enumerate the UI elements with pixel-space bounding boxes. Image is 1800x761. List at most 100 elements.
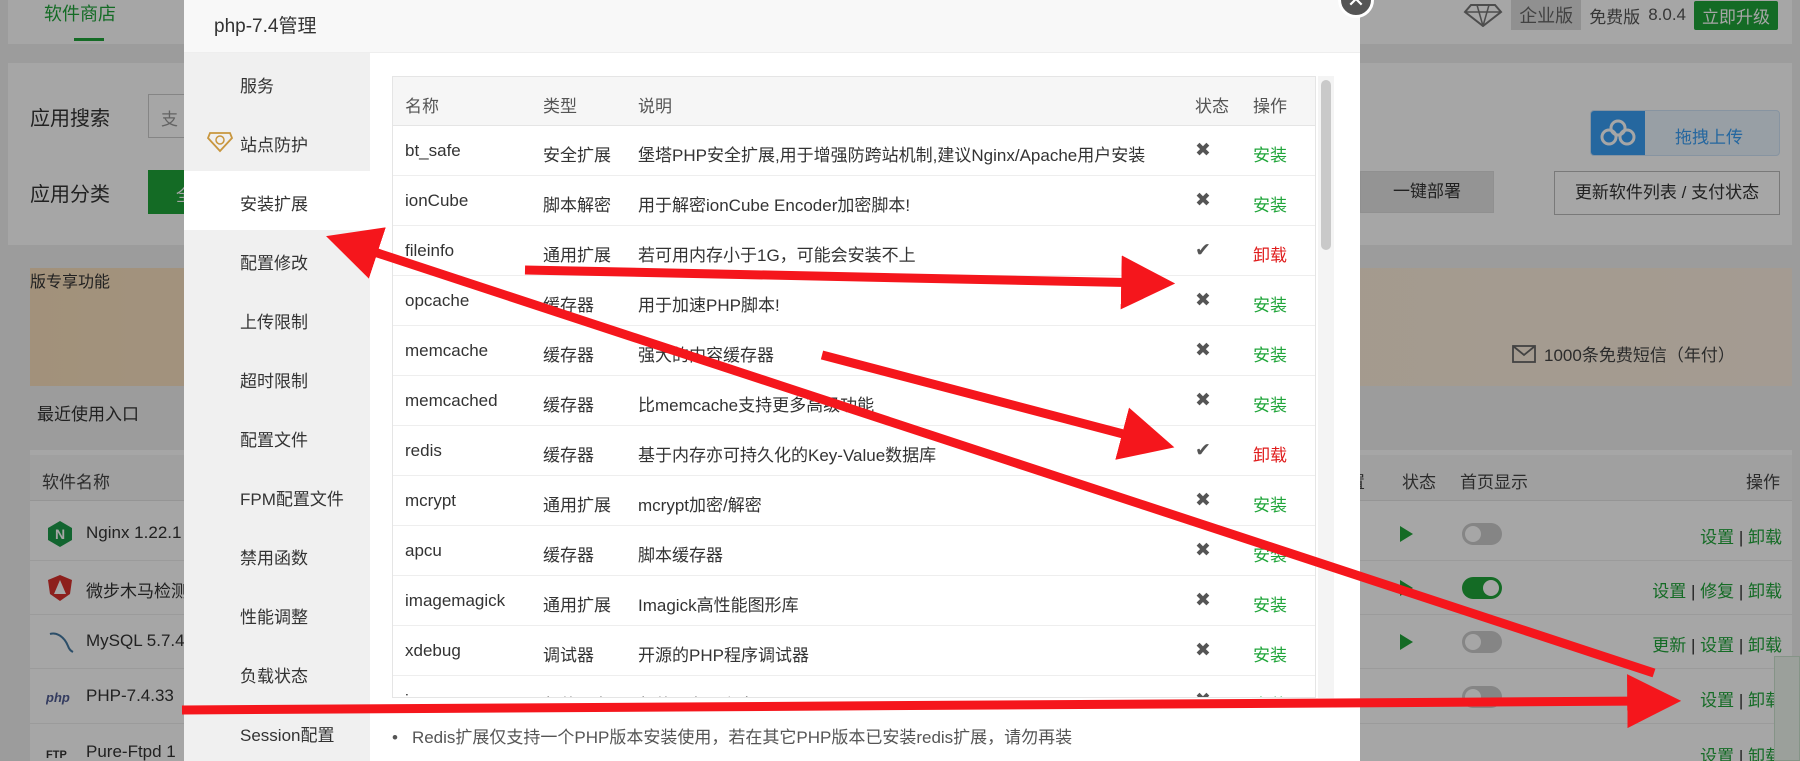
extension-type: 脚本解密 (543, 196, 611, 215)
menu-item-config-file[interactable]: 配置文件 (184, 407, 370, 466)
install-link[interactable]: 安装 (1253, 491, 1287, 516)
not-installed-cross-icon: ✖ (1195, 340, 1211, 361)
scrollbar-thumb[interactable] (1321, 80, 1331, 250)
menu-item-label: 性能调整 (240, 608, 308, 627)
extension-row: opcache 缓存器 用于加速PHP脚本! ✖ 安装 (393, 276, 1315, 326)
menu-item-label: 配置文件 (240, 431, 308, 450)
extension-row: xdebug 调试器 开源的PHP程序调试器 ✖ 安装 (393, 626, 1315, 676)
install-link[interactable]: 安装 (1253, 541, 1287, 566)
shield-icon (206, 132, 234, 153)
extension-row: fileinfo 通用扩展 若可用内存小于1G，可能会安装不上 ✔ 卸载 (393, 226, 1315, 276)
extension-row: mcrypt 通用扩展 mcrypt加密/解密 ✖ 安装 (393, 476, 1315, 526)
install-link[interactable]: 安装 (1253, 591, 1287, 616)
extension-name: xdebug (405, 641, 461, 660)
extension-desc: 用于加速PHP脚本! (638, 296, 780, 315)
menu-item-label: 负载状态 (240, 667, 308, 686)
menu-item-label: 上传限制 (240, 313, 308, 332)
extension-type: 邮件服务 (543, 691, 611, 697)
menu-item-config-edit[interactable]: 配置修改 (184, 230, 370, 289)
installed-check-icon: ✔ (1195, 440, 1211, 461)
menu-item-install-extensions[interactable]: 安装扩展 (184, 171, 370, 230)
install-link[interactable]: 安装 (1253, 341, 1287, 366)
menu-item-upload-limit[interactable]: 上传限制 (184, 289, 370, 348)
extension-name: mcrypt (405, 491, 456, 510)
not-installed-cross-icon: ✖ (1195, 390, 1211, 411)
col-op: 操作 (1253, 97, 1287, 116)
extension-row: imap 邮件服务 邮件服务器必备 ✖ 安装 (393, 676, 1315, 697)
installed-check-icon: ✔ (1195, 240, 1211, 261)
extension-type: 通用扩展 (543, 496, 611, 515)
extension-type: 缓存器 (543, 546, 594, 565)
extension-name: redis (405, 441, 442, 460)
uninstall-link[interactable]: 卸载 (1253, 241, 1287, 266)
menu-item-label: 配置修改 (240, 254, 308, 273)
extension-desc: 堡塔PHP安全扩展,用于增强防跨站机制,建议Nginx/Apache用户安装 (638, 146, 1146, 165)
extension-desc: 基于内存亦可持久化的Key-Value数据库 (638, 446, 937, 465)
dialog-title-bar: php-7.4管理 (184, 0, 1360, 53)
col-state: 状态 (1195, 97, 1229, 116)
menu-item-load-status[interactable]: 负载状态 (184, 643, 370, 702)
extension-name: memcached (405, 391, 498, 410)
extension-type: 缓存器 (543, 396, 594, 415)
install-link[interactable]: 安装 (1253, 691, 1287, 697)
menu-item-label: 安装扩展 (240, 195, 308, 214)
extension-type: 调试器 (543, 646, 594, 665)
extension-type: 缓存器 (543, 346, 594, 365)
menu-item-label: 站点防护 (240, 136, 308, 155)
extension-desc: 强大的内容缓存器 (638, 346, 774, 365)
extension-name: fileinfo (405, 241, 455, 260)
extension-type: 缓存器 (543, 296, 594, 315)
extension-row: memcache 缓存器 强大的内容缓存器 ✖ 安装 (393, 326, 1315, 376)
menu-item-label: Session配置 (240, 726, 335, 745)
extension-name: bt_safe (405, 141, 461, 160)
extension-table-scrollbar[interactable] (1318, 76, 1334, 698)
extension-desc: 若可用内存小于1G，可能会安装不上 (638, 246, 916, 265)
not-installed-cross-icon: ✖ (1195, 490, 1211, 511)
extension-desc: Imagick高性能图形库 (638, 596, 799, 615)
menu-item-session-config[interactable]: Session配置 (184, 702, 370, 761)
extension-type: 通用扩展 (543, 246, 611, 265)
menu-item-service[interactable]: 服务 (184, 53, 370, 112)
install-link[interactable]: 安装 (1253, 191, 1287, 216)
install-link[interactable]: 安装 (1253, 641, 1287, 666)
extension-row: redis 缓存器 基于内存亦可持久化的Key-Value数据库 ✔ 卸载 (393, 426, 1315, 476)
install-link[interactable]: 安装 (1253, 291, 1287, 316)
menu-item-site-protection[interactable]: 站点防护 (184, 112, 370, 171)
not-installed-cross-icon: ✖ (1195, 190, 1211, 211)
extension-name: memcache (405, 341, 489, 360)
menu-item-label: 超时限制 (240, 372, 308, 391)
menu-item-label: FPM配置文件 (240, 490, 344, 509)
extension-name: ionCube (405, 191, 469, 210)
menu-item-disabled-functions[interactable]: 禁用函数 (184, 525, 370, 584)
not-installed-cross-icon: ✖ (1195, 540, 1211, 561)
extension-name: imap (405, 691, 442, 697)
install-link[interactable]: 安装 (1253, 141, 1287, 166)
extension-desc: 比memcache支持更多高级功能 (638, 396, 875, 415)
not-installed-cross-icon: ✖ (1195, 640, 1211, 661)
extension-row: imagemagick 通用扩展 Imagick高性能图形库 ✖ 安装 (393, 576, 1315, 626)
menu-item-performance[interactable]: 性能调整 (184, 584, 370, 643)
uninstall-link[interactable]: 卸载 (1253, 441, 1287, 466)
not-installed-cross-icon: ✖ (1195, 290, 1211, 311)
extension-type: 缓存器 (543, 446, 594, 465)
extension-row: bt_safe 安全扩展 堡塔PHP安全扩展,用于增强防跨站机制,建议Nginx/A… (393, 126, 1315, 176)
extension-row: memcached 缓存器 比memcache支持更多高级功能 ✖ 安装 (393, 376, 1315, 426)
not-installed-cross-icon: ✖ (1195, 689, 1211, 697)
extension-row: ionCube 脚本解密 用于解密ionCube Encoder加密脚本! ✖ 安装 (393, 176, 1315, 226)
menu-item-label: 服务 (240, 77, 274, 96)
install-link[interactable]: 安装 (1253, 391, 1287, 416)
extension-name: opcache (405, 291, 470, 310)
col-desc: 说明 (638, 97, 672, 116)
extension-row: apcu 缓存器 脚本缓存器 ✖ 安装 (393, 526, 1315, 576)
extension-desc: 脚本缓存器 (638, 546, 723, 565)
redis-note: Redis扩展仅支持一个PHP版本安装使用，若在其它PHP版本已安装redis扩… (392, 723, 1072, 748)
col-type: 类型 (543, 97, 577, 116)
extension-name: apcu (405, 541, 442, 560)
menu-item-timeout-limit[interactable]: 超时限制 (184, 348, 370, 407)
extension-table: 名称 类型 说明 状态 操作 bt_safe 安全扩展 堡塔PHP安全扩展,用于增强… (392, 76, 1316, 698)
extension-type: 通用扩展 (543, 596, 611, 615)
menu-item-fpm-config[interactable]: FPM配置文件 (184, 466, 370, 525)
menu-item-label: 禁用函数 (240, 549, 308, 568)
extension-table-header: 名称 类型 说明 状态 操作 (393, 77, 1315, 126)
col-name: 名称 (405, 97, 439, 116)
